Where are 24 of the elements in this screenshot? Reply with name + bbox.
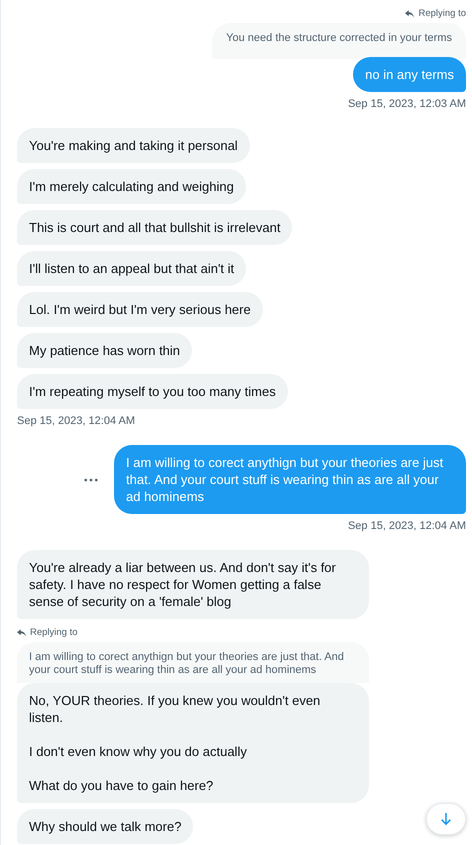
message-bubble: Why should we talk more? xyxy=(17,809,194,844)
message-bubble: This is court and all that bullshit is irrelevant xyxy=(17,210,292,245)
message-bubble: My patience has worn thin xyxy=(17,333,192,368)
message-bubble: Lol. I'm weird but I'm very serious here xyxy=(17,292,263,327)
replying-to-label: Replying to xyxy=(418,8,466,19)
message-bubble: no in any terms xyxy=(353,57,466,92)
replying-to-label: Replying to xyxy=(30,627,78,638)
message-bubble: I'm merely calculating and weighing xyxy=(17,169,246,204)
scroll-down-button[interactable] xyxy=(426,803,466,835)
message-bubble: You're already a liar between us. And don't say it's for safety. I have no respect for Women getting a false sense of security on a 'female' blog xyxy=(17,550,369,619)
message-bubble: I am willing to corect anythign but your theories are just that. And your court stuff is wearing thin as are all your ad hominems xyxy=(114,445,466,514)
quoted-message[interactable]: I am willing to corect anythign but your theories are just that. And your court stuff is wearing thin as are all your ad hominems xyxy=(17,642,369,683)
reply-arrow-icon xyxy=(17,628,26,636)
more-options-icon[interactable] xyxy=(84,478,98,482)
message-timestamp: Sep 15, 2023, 12:03 AM xyxy=(348,98,466,110)
message-bubble: No, YOUR theories. If you knew you wouldn't even listen. I don't even know why you do actually What do you have to gain here? xyxy=(17,683,369,803)
quoted-message[interactable]: You need the structure corrected in your terms xyxy=(212,23,466,59)
message-timestamp: Sep 15, 2023, 12:04 AM xyxy=(348,520,466,532)
message-bubble: You're making and taking it personal xyxy=(17,128,250,163)
message-bubble: I'm repeating myself to you too many times xyxy=(17,374,288,409)
down-arrow-icon xyxy=(440,812,452,826)
message-bubble: I'll listen to an appeal but that ain't it xyxy=(17,251,246,286)
reply-arrow-icon xyxy=(405,10,414,18)
message-timestamp: Sep 15, 2023, 12:04 AM xyxy=(17,415,136,427)
